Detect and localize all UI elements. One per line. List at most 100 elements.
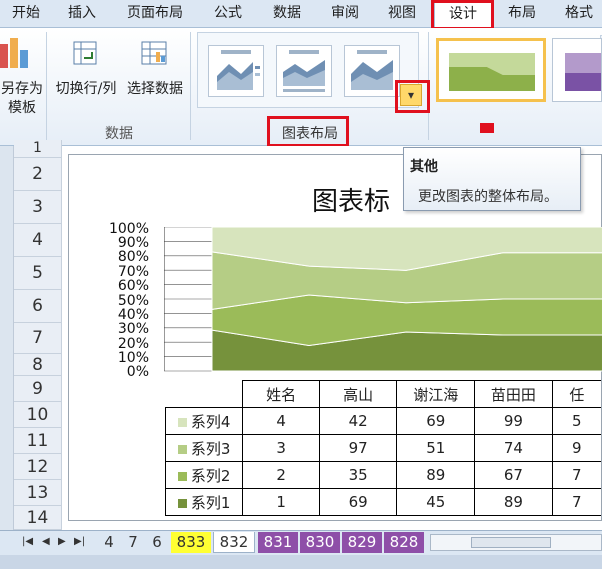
sheet-tab[interactable]: 6 — [146, 532, 168, 553]
row-header[interactable]: 14 — [14, 506, 62, 530]
chart-style-thumbnail-icon — [565, 53, 601, 91]
highlight-more-button — [395, 80, 430, 113]
switch-row-column-button[interactable]: 切换行/列 — [50, 32, 122, 102]
row-header[interactable]: 3 — [14, 191, 62, 224]
legend-key: 系列3 — [164, 434, 244, 462]
category-label: 苗田田 — [474, 380, 553, 408]
tab-insert[interactable]: 插入 — [60, 0, 104, 28]
highlight-chart-layout-group — [267, 116, 349, 147]
row-header[interactable]: 5 — [14, 257, 62, 290]
tab-data[interactable]: 数据 — [265, 0, 309, 28]
data-cell: 7 — [551, 488, 601, 516]
highlight-design-tab — [431, 0, 494, 30]
data-cell: 67 — [474, 461, 553, 489]
row-header[interactable]: 11 — [14, 428, 62, 454]
legend-key: 系列4 — [164, 407, 244, 435]
tab-formulas[interactable]: 公式 — [206, 0, 250, 28]
scrollbar-thumb[interactable] — [471, 537, 551, 548]
sheet-tab-purple[interactable]: 829 — [342, 532, 382, 553]
row-header[interactable]: 1 — [14, 140, 62, 158]
switch-row-column-label: 切换行/列 — [55, 81, 117, 97]
y-tick-label: 60% — [117, 278, 149, 294]
row-header[interactable]: 7 — [14, 323, 62, 354]
first-sheet-icon[interactable]: |◀ — [22, 536, 33, 547]
tab-layout[interactable]: 布局 — [500, 0, 544, 28]
row-header[interactable]: 2 — [14, 158, 62, 191]
category-label: 姓名 — [242, 380, 320, 408]
row-header[interactable]: 8 — [14, 354, 62, 376]
status-bar — [0, 555, 602, 569]
more-layouts-tooltip: 其他 更改图表的整体布局。 — [403, 147, 581, 211]
legend-swatch — [177, 444, 187, 454]
tab-format[interactable]: 格式 — [557, 0, 601, 28]
layout-thumbnail-icon — [283, 50, 325, 92]
data-cell: 4 — [242, 407, 320, 435]
chart-style-option-2[interactable] — [552, 38, 602, 102]
select-data-button[interactable]: 选择数据 — [122, 32, 188, 102]
series-name: 系列2 — [190, 466, 231, 485]
data-cell: 69 — [396, 407, 476, 435]
data-cell: 3 — [242, 434, 320, 462]
row-header[interactable]: 4 — [14, 224, 62, 257]
save-template-icon — [0, 38, 28, 68]
data-cell: 9 — [551, 434, 601, 462]
chart-style-thumbnail-icon — [449, 53, 535, 91]
data-table-corner — [165, 380, 244, 408]
category-label: 任 — [551, 380, 601, 408]
sheet-tab[interactable]: 7 — [122, 532, 144, 553]
row-header[interactable]: 13 — [14, 480, 62, 506]
next-sheet-icon[interactable]: ▶ — [58, 536, 66, 547]
tab-view[interactable]: 视图 — [380, 0, 424, 28]
row-header[interactable]: 12 — [14, 454, 62, 480]
chart-style-option-1[interactable] — [436, 38, 546, 102]
legend-key: 系列2 — [164, 461, 244, 489]
legend-swatch — [177, 417, 187, 427]
tab-review[interactable]: 审阅 — [323, 0, 367, 28]
data-cell: 5 — [551, 407, 601, 435]
chart-layout-option-2[interactable] — [276, 45, 332, 97]
sheet-tab-yellow[interactable]: 833 — [171, 532, 211, 553]
legend-key: 系列1 — [164, 488, 244, 516]
data-cell: 74 — [474, 434, 553, 462]
row-header[interactable]: 10 — [14, 402, 62, 428]
category-label: 谢江海 — [396, 380, 476, 408]
data-cell: 69 — [318, 488, 398, 516]
chart-layout-option-1[interactable] — [208, 45, 264, 97]
series-name: 系列3 — [190, 439, 231, 458]
row-header[interactable]: 6 — [14, 290, 62, 323]
select-data-label: 选择数据 — [127, 81, 183, 97]
data-cell: 45 — [396, 488, 476, 516]
tab-home[interactable]: 开始 — [4, 0, 48, 28]
group-separator — [46, 32, 47, 140]
series-name: 系列4 — [190, 412, 231, 431]
sheet-tab-purple[interactable]: 831 — [258, 532, 298, 553]
chart-data-table: 姓名 高山 谢江海 苗田田 任 系列4 4 42 69 99 5 系列3 3 9… — [164, 380, 601, 516]
y-tick-label: 0% — [126, 364, 149, 380]
data-cell: 7 — [551, 461, 601, 489]
category-label: 高山 — [318, 380, 398, 408]
save-template-label: 另存为 模板 — [1, 81, 43, 116]
horizontal-scrollbar[interactable] — [430, 534, 602, 551]
series-name: 系列1 — [190, 493, 231, 512]
tooltip-body: 更改图表的整体布局。 — [418, 189, 558, 205]
ribbon-tab-bar: 开始 插入 页面布局 公式 数据 审阅 视图 设计 布局 格式 — [0, 0, 602, 28]
data-cell: 89 — [474, 488, 553, 516]
tab-page-layout[interactable]: 页面布局 — [118, 0, 192, 28]
sheet-tab-purple[interactable]: 830 — [300, 532, 340, 553]
sheet-tab[interactable]: 4 — [98, 532, 120, 553]
data-cell: 2 — [242, 461, 320, 489]
save-as-template-button[interactable]: 另存为 模板 — [0, 32, 44, 122]
layout-thumbnail-icon — [217, 50, 260, 90]
chart-title[interactable]: 图表标 — [312, 181, 390, 218]
prev-sheet-icon[interactable]: ◀ — [42, 536, 50, 547]
sheet-tab-active[interactable]: 832 — [213, 532, 255, 553]
sheet-tab-bar: |◀ ◀ ▶ ▶| 4 7 6 833 832 831 830 829 828 — [0, 530, 602, 555]
sheet-tab-purple[interactable]: 828 — [384, 532, 424, 553]
legend-swatch — [177, 498, 187, 508]
row-header[interactable]: 9 — [14, 376, 62, 402]
data-cell: 35 — [318, 461, 398, 489]
last-sheet-icon[interactable]: ▶| — [74, 536, 85, 547]
chart-layout-option-3[interactable] — [344, 45, 400, 97]
plot-area[interactable] — [164, 227, 602, 373]
highlight-marker — [480, 123, 494, 133]
